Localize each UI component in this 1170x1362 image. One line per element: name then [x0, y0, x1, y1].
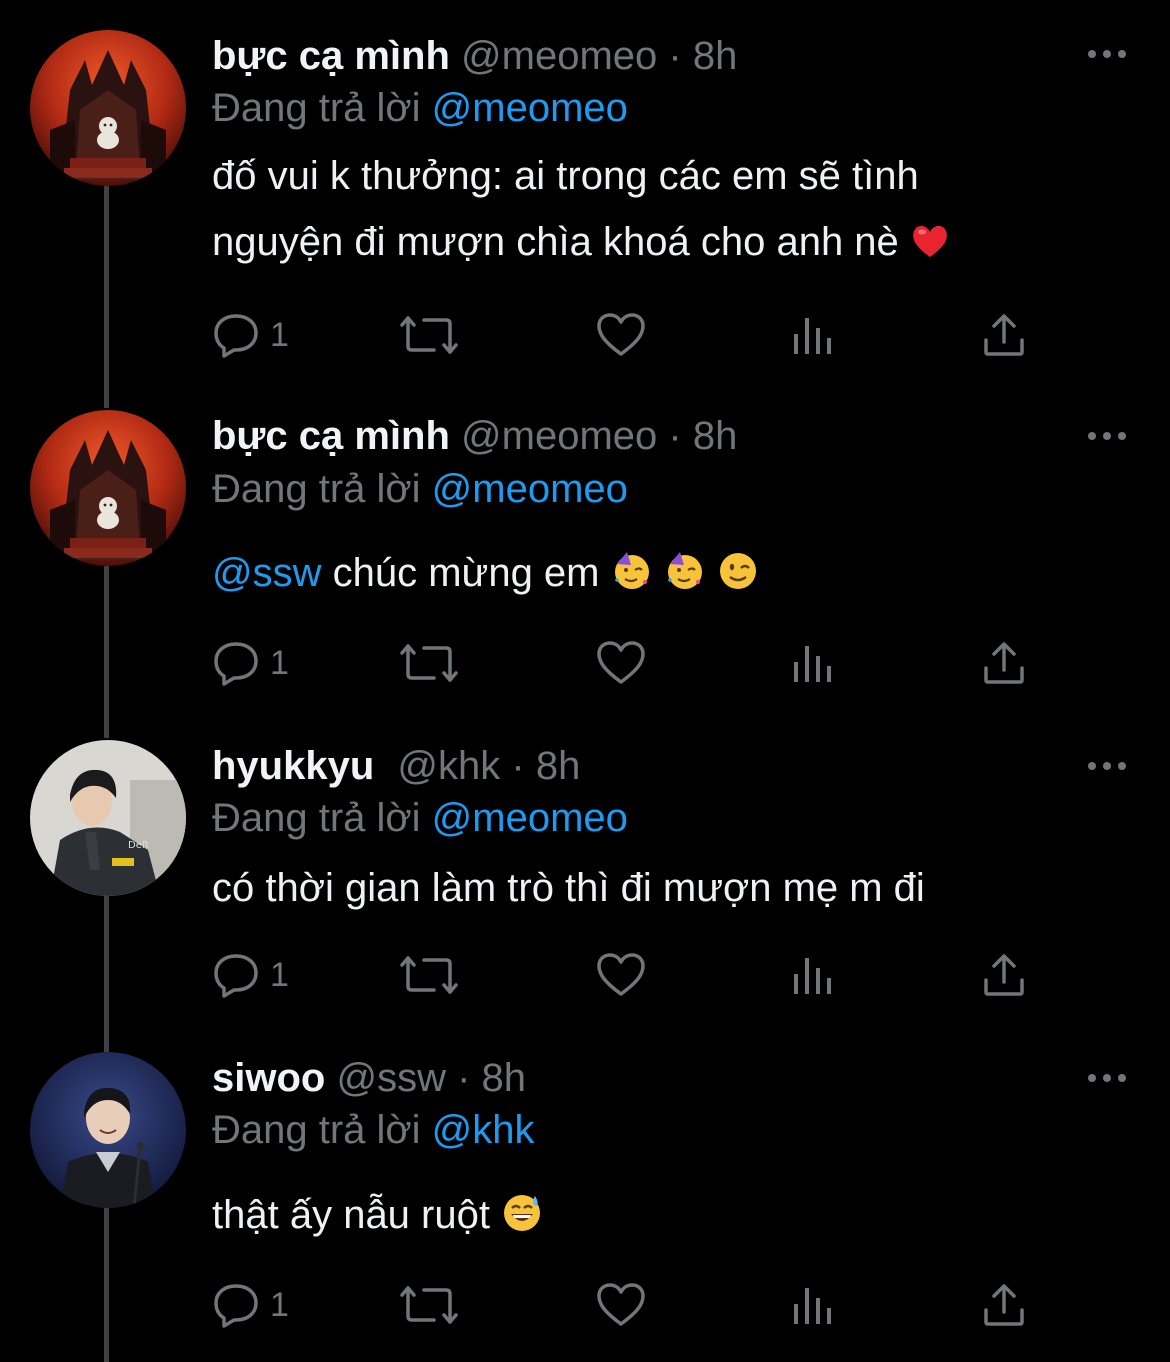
reply-button[interactable]: 1 — [212, 1280, 289, 1330]
tweet-actions: 1 — [212, 1280, 1042, 1330]
avatar-image — [30, 1052, 186, 1208]
grinning-face-with-sweat-emoji — [504, 1195, 541, 1231]
like-button[interactable] — [596, 1280, 646, 1330]
reply-count: 1 — [270, 1285, 289, 1324]
display-name[interactable]: siwoo — [212, 1056, 325, 1100]
share-button[interactable] — [982, 1280, 1026, 1330]
retweet-button[interactable] — [400, 1280, 458, 1330]
tweet-text: thật ấy nẫu ruột — [212, 1182, 1072, 1248]
conversation-thread: bực cạ mình @meomeo · 8h Đang trả lời @m… — [0, 0, 1170, 1362]
separator-dot: · — [457, 1056, 471, 1100]
reply-icon — [214, 1284, 258, 1328]
replying-to-label: Đang trả lời — [212, 1108, 421, 1152]
replying-to-mention[interactable]: @khk — [432, 1108, 535, 1152]
views-button[interactable] — [792, 1280, 834, 1330]
user-handle[interactable]: @ssw — [336, 1056, 446, 1100]
retweet-icon — [400, 1286, 458, 1324]
tweet-header: siwoo @ssw · 8h — [212, 1054, 526, 1102]
tweet-text-fragment: thật ấy nẫu ruột — [212, 1193, 490, 1237]
share-icon — [984, 1284, 1024, 1326]
like-icon — [597, 1283, 645, 1326]
timestamp[interactable]: 8h — [482, 1056, 527, 1100]
more-icon[interactable] — [1086, 1072, 1128, 1084]
replying-to: Đang trả lời @khk — [212, 1106, 535, 1154]
tweet[interactable]: siwoo @ssw · 8h Đang trả lời @khk thật ấ… — [0, 0, 1170, 1362]
views-icon — [794, 1288, 831, 1324]
avatar[interactable] — [30, 1052, 186, 1208]
